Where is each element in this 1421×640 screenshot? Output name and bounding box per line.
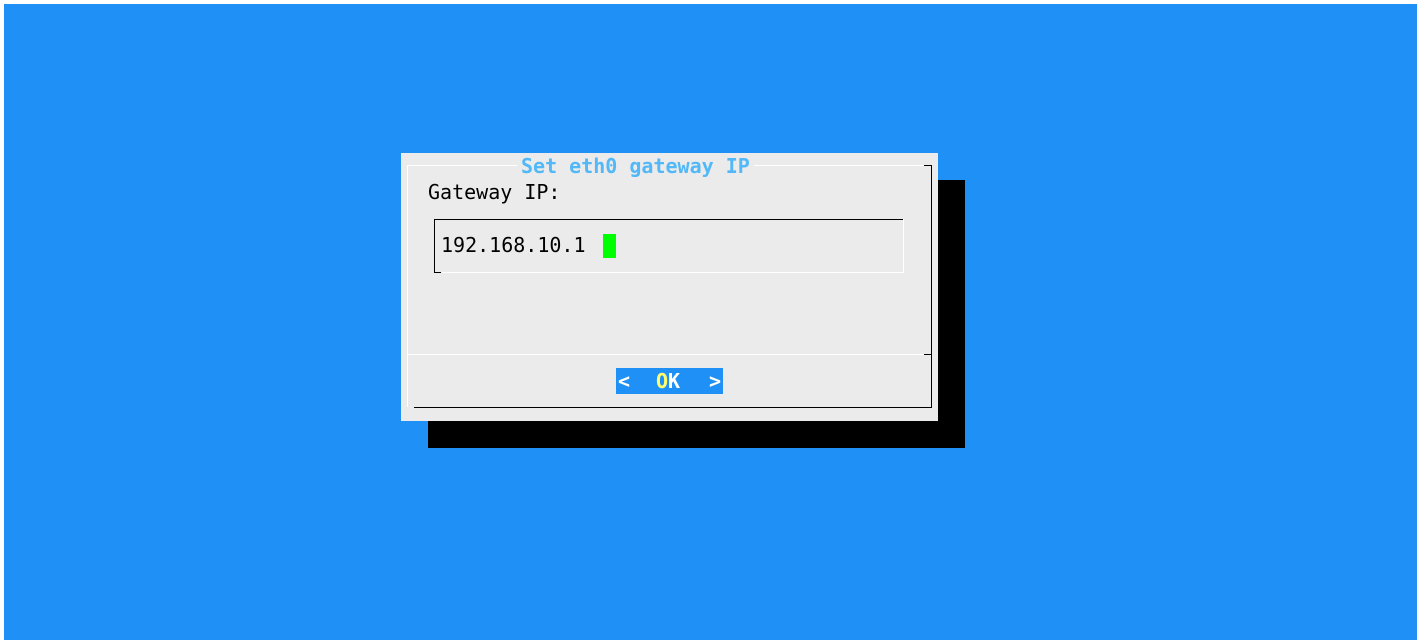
ok-button[interactable]: < OK >	[616, 368, 723, 394]
input-border-right	[903, 219, 904, 273]
dialog-frame-left	[407, 165, 408, 407]
input-border-top	[434, 219, 904, 220]
ok-right-bracket: >	[709, 369, 722, 393]
gateway-ip-input[interactable]: 192.168.10.1	[441, 233, 586, 257]
ok-hotkey: O	[656, 369, 669, 393]
dialog-frame-corner	[924, 165, 932, 166]
text-cursor	[603, 234, 616, 258]
input-border-corner	[434, 272, 441, 273]
gateway-ip-label: Gateway IP:	[428, 180, 561, 204]
dialog-title: Set eth0 gateway IP	[517, 155, 754, 177]
terminal-screen: Set eth0 gateway IP Gateway IP: 192.168.…	[4, 4, 1417, 640]
dialog-frame-right	[931, 165, 932, 407]
gateway-dialog: Set eth0 gateway IP Gateway IP: 192.168.…	[401, 153, 938, 421]
input-border-left	[434, 219, 435, 273]
ok-label-rest: K	[668, 369, 681, 393]
button-separator-corner	[924, 354, 932, 355]
button-separator	[408, 354, 931, 355]
input-border-bottom	[442, 272, 904, 273]
ok-label: OK	[656, 368, 680, 394]
ok-left-bracket: <	[618, 369, 631, 393]
gateway-ip-input-box[interactable]: 192.168.10.1	[434, 219, 904, 273]
